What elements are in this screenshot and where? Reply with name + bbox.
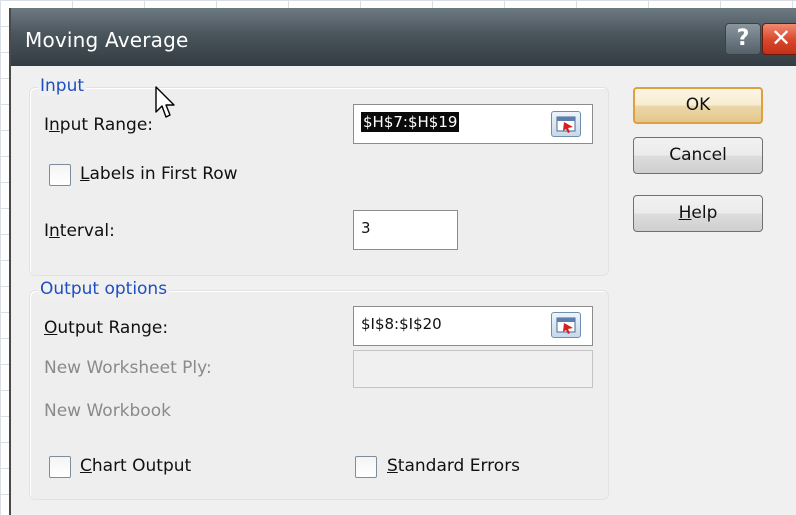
output-range-label: Output Range: [44,318,169,338]
title-bar[interactable]: Moving Average ? ✕ [11,8,796,66]
moving-average-dialog: Moving Average ? ✕ Input Input Range: $H… [9,8,796,515]
input-range-collapse-button[interactable] [551,111,581,137]
cancel-button[interactable]: Cancel [633,137,763,174]
chart-output-label: Chart Output [80,456,192,476]
labels-first-row-label: Labels in First Row [80,164,238,184]
standard-errors-label: Standard Errors [387,456,521,476]
new-workbook-label: New Workbook [44,401,171,421]
collapse-dialog-icon [556,116,576,133]
help-button[interactable]: Help [633,195,763,232]
output-range-value: $I$8:$I$20 [361,315,442,333]
input-group-title: Input [38,76,87,96]
labels-first-row-checkbox[interactable] [49,164,71,186]
chart-output-checkbox[interactable] [49,456,71,478]
close-button[interactable]: ✕ [762,23,796,55]
input-range-label: Input Range: [44,115,154,135]
collapse-dialog-icon [556,317,576,334]
output-range-collapse-button[interactable] [551,312,581,338]
mouse-pointer-icon [155,86,175,118]
interval-value: 3 [361,219,371,237]
new-worksheet-ply-field [353,350,593,388]
input-range-value: $H$7:$H$19 [361,112,460,132]
help-title-button[interactable]: ? [725,23,761,55]
new-worksheet-ply-label: New Worksheet Ply: [44,358,212,378]
output-group-title: Output options [38,279,170,299]
interval-label: Interval: [44,221,115,241]
standard-errors-checkbox[interactable] [355,456,377,478]
ok-button[interactable]: OK [633,87,763,124]
dialog-title: Moving Average [25,28,189,52]
interval-field[interactable]: 3 [353,210,458,250]
